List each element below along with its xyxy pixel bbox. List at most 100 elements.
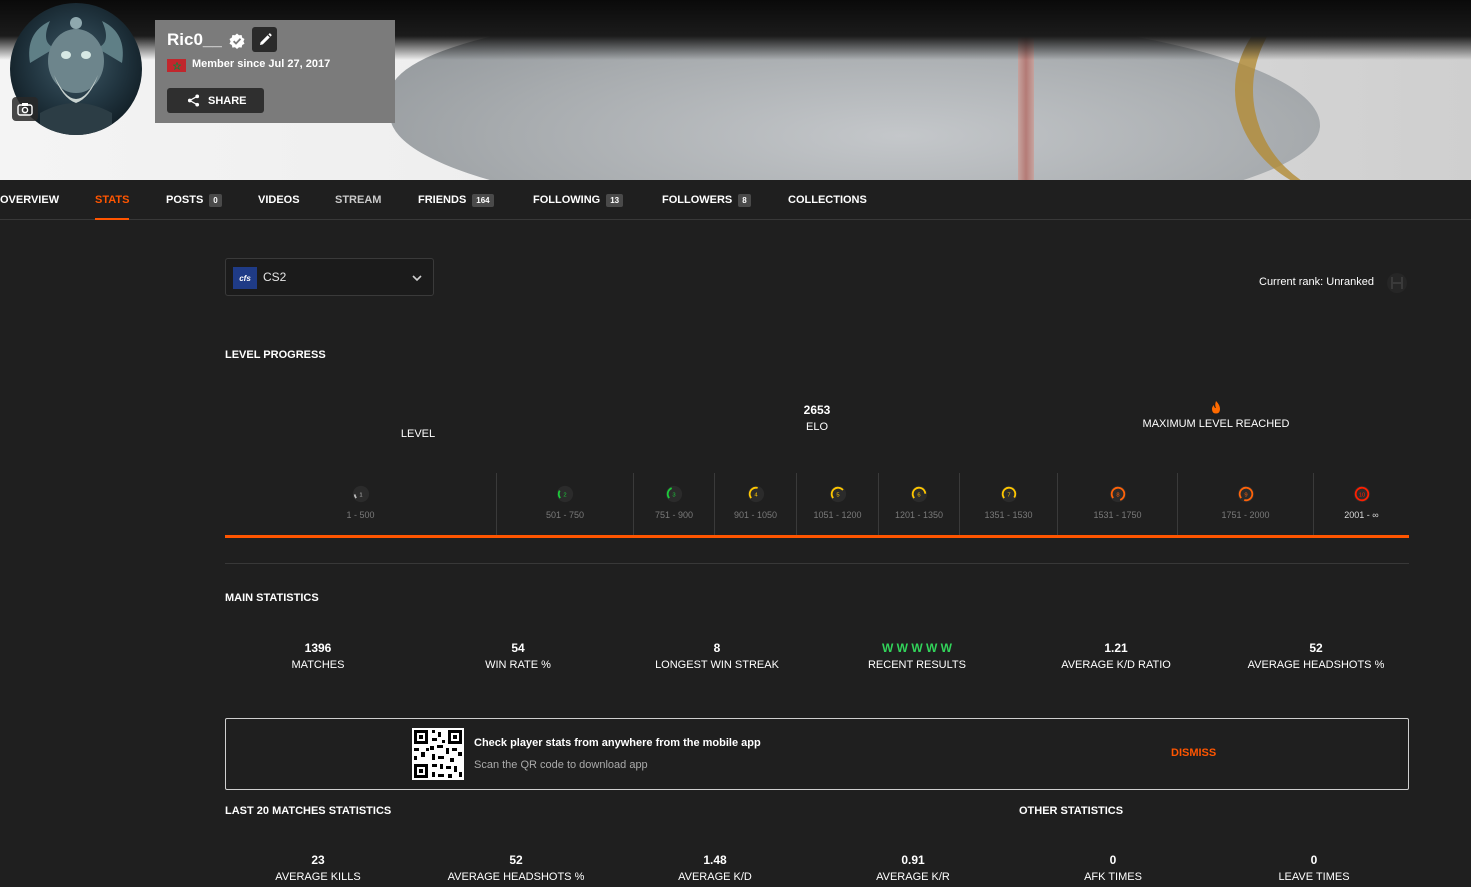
level-6-icon: 6 [910, 485, 928, 503]
tab-label: STATS [95, 194, 130, 206]
svg-text:2: 2 [563, 492, 566, 498]
stat-average-headshots: 52 AVERAGE HEADSHOTS % [1226, 641, 1406, 671]
profile-tabs: OVERVIEW STATS POSTS 0 VIDEOS STREAM FRI… [0, 180, 1471, 220]
tab-count-badge: 164 [472, 193, 494, 207]
stat-label: WIN RATE % [485, 659, 551, 671]
level-range-label: 751 - 900 [654, 510, 694, 520]
stat-value: 0.91 [901, 853, 925, 867]
tab-label: FRIENDS [418, 194, 467, 206]
level-progress-title: LEVEL PROGRESS [225, 349, 326, 361]
level-9-cell: 9 1751 - 2000 [1177, 473, 1313, 535]
level-5-icon: 5 [829, 485, 846, 503]
elo-value: 2653 [803, 403, 831, 417]
tab-count-badge: 8 [738, 193, 751, 207]
tab-label: OVERVIEW [0, 194, 60, 206]
level-3-cell: 3 751 - 900 [633, 473, 714, 535]
level-2-icon: 2 [556, 485, 574, 503]
level-progress-bar [225, 535, 1409, 538]
level-8-icon: 8 [1109, 485, 1126, 503]
tab-label: FOLLOWING [533, 194, 601, 206]
app-banner-title: Check player stats from anywhere from th… [474, 737, 761, 749]
stat-value: 23 [311, 853, 325, 867]
tab-friends[interactable]: FRIENDS 164 [418, 180, 494, 220]
tab-count-badge: 13 [606, 193, 624, 207]
level-range-label: 901 - 1050 [733, 510, 778, 520]
max-level-label: MAXIMUM LEVEL REACHED [1142, 418, 1290, 430]
stat-label: AVERAGE HEADSHOTS % [1247, 659, 1385, 671]
stat-label: MATCHES [291, 659, 345, 671]
member-since: Member since Jul 27, 2017 [192, 58, 331, 70]
app-banner-subtitle: Scan the QR code to download app [474, 759, 648, 771]
star-icon [172, 61, 181, 70]
svg-text:7: 7 [1007, 492, 1010, 498]
level-9-icon: 9 [1237, 485, 1254, 503]
stat-label: LONGEST WIN STREAK [655, 659, 779, 671]
stat-average-kr: 0.91 AVERAGE K/R [833, 853, 993, 883]
stat-value: 52 [509, 853, 523, 867]
tab-overview[interactable]: OVERVIEW [0, 180, 59, 220]
tab-videos[interactable]: VIDEOS [258, 180, 300, 220]
tab-stream[interactable]: STREAM [335, 180, 381, 220]
level-5-cell: 5 1051 - 1200 [796, 473, 878, 535]
dismiss-button[interactable]: DISMISS [1171, 747, 1216, 759]
svg-text:6: 6 [917, 492, 920, 498]
stat-longest-win-streak: 8 LONGEST WIN STREAK [637, 641, 797, 671]
stat-label: AVERAGE HEADSHOTS % [447, 871, 585, 883]
level-range-label: 1 - 500 [346, 510, 375, 520]
level-range-label: 1201 - 1350 [894, 510, 944, 520]
other-statistics-title: OTHER STATISTICS [1019, 805, 1124, 817]
edit-profile-button[interactable] [252, 27, 277, 52]
stat-recent-results: W W W W W RECENT RESULTS [837, 641, 997, 671]
pencil-icon [259, 32, 272, 45]
level-4-cell: 4 901 - 1050 [714, 473, 796, 535]
tab-label: POSTS [166, 194, 204, 206]
recent-results-value: W W W W W [882, 641, 952, 655]
stat-value: 52 [1309, 641, 1323, 655]
game-logo-icon: cfs [233, 267, 257, 289]
game-select[interactable]: cfs CS2 [225, 258, 434, 296]
level-1-icon: 1 [352, 485, 369, 503]
svg-text:5: 5 [836, 492, 839, 498]
level-track: 1 1 - 500 2 501 - 750 3 751 - 900 4 901 - 1050 5… [225, 473, 1409, 538]
tab-stats[interactable]: STATS [95, 180, 130, 220]
level-range-label: 1751 - 2000 [1221, 510, 1270, 520]
stat-matches: 1396 MATCHES [238, 641, 398, 671]
tab-posts[interactable]: POSTS 0 [166, 180, 222, 220]
share-icon [187, 94, 200, 107]
stat-afk-times: 0 AFK TIMES [1033, 853, 1193, 883]
section-divider [225, 563, 1409, 564]
level-range-label: 1351 - 1530 [984, 510, 1033, 520]
stat-value: 54 [511, 641, 525, 655]
current-rank: Current rank: Unranked [1259, 276, 1374, 288]
level-8-cell: 8 1531 - 1750 [1057, 473, 1177, 535]
share-button[interactable]: SHARE [167, 88, 264, 113]
qr-code-icon [412, 728, 464, 780]
stat-value: 0 [1310, 853, 1318, 867]
level-10-cell: 10 2001 - ∞ [1313, 473, 1409, 535]
flame-icon [1212, 401, 1220, 414]
game-select-value: CS2 [263, 270, 287, 284]
stat-leave-times: 0 LEAVE TIMES [1234, 853, 1394, 883]
level-7-cell: 7 1351 - 1530 [959, 473, 1057, 535]
svg-text:9: 9 [1244, 492, 1247, 498]
level-range-label: 1531 - 1750 [1093, 510, 1142, 520]
stat-label: AVERAGE K/D [678, 871, 752, 883]
stat-label: AFK TIMES [1084, 871, 1142, 883]
tab-label: FOLLOWERS [662, 194, 733, 206]
tab-followers[interactable]: FOLLOWERS 8 [662, 180, 751, 220]
mobile-app-banner: Check player stats from anywhere from th… [225, 718, 1409, 790]
tab-following[interactable]: FOLLOWING 13 [533, 180, 624, 220]
level-range-label: 1051 - 1200 [813, 510, 862, 520]
tab-label: VIDEOS [258, 194, 300, 206]
username: Ric0__ [167, 30, 222, 49]
last20-title: LAST 20 MATCHES STATISTICS [225, 805, 392, 817]
chevron-down-icon [412, 275, 422, 282]
level-label: LEVEL [400, 428, 436, 440]
stat-value: 1.21 [1104, 641, 1128, 655]
stat-label: AVERAGE KILLS [275, 871, 361, 883]
stat-average-kd: 1.48 AVERAGE K/D [635, 853, 795, 883]
change-avatar-button[interactable] [12, 97, 38, 121]
main-statistics-title: MAIN STATISTICS [225, 592, 319, 604]
level-1-cell: 1 1 - 500 [225, 473, 496, 535]
tab-collections[interactable]: COLLECTIONS [788, 180, 867, 220]
